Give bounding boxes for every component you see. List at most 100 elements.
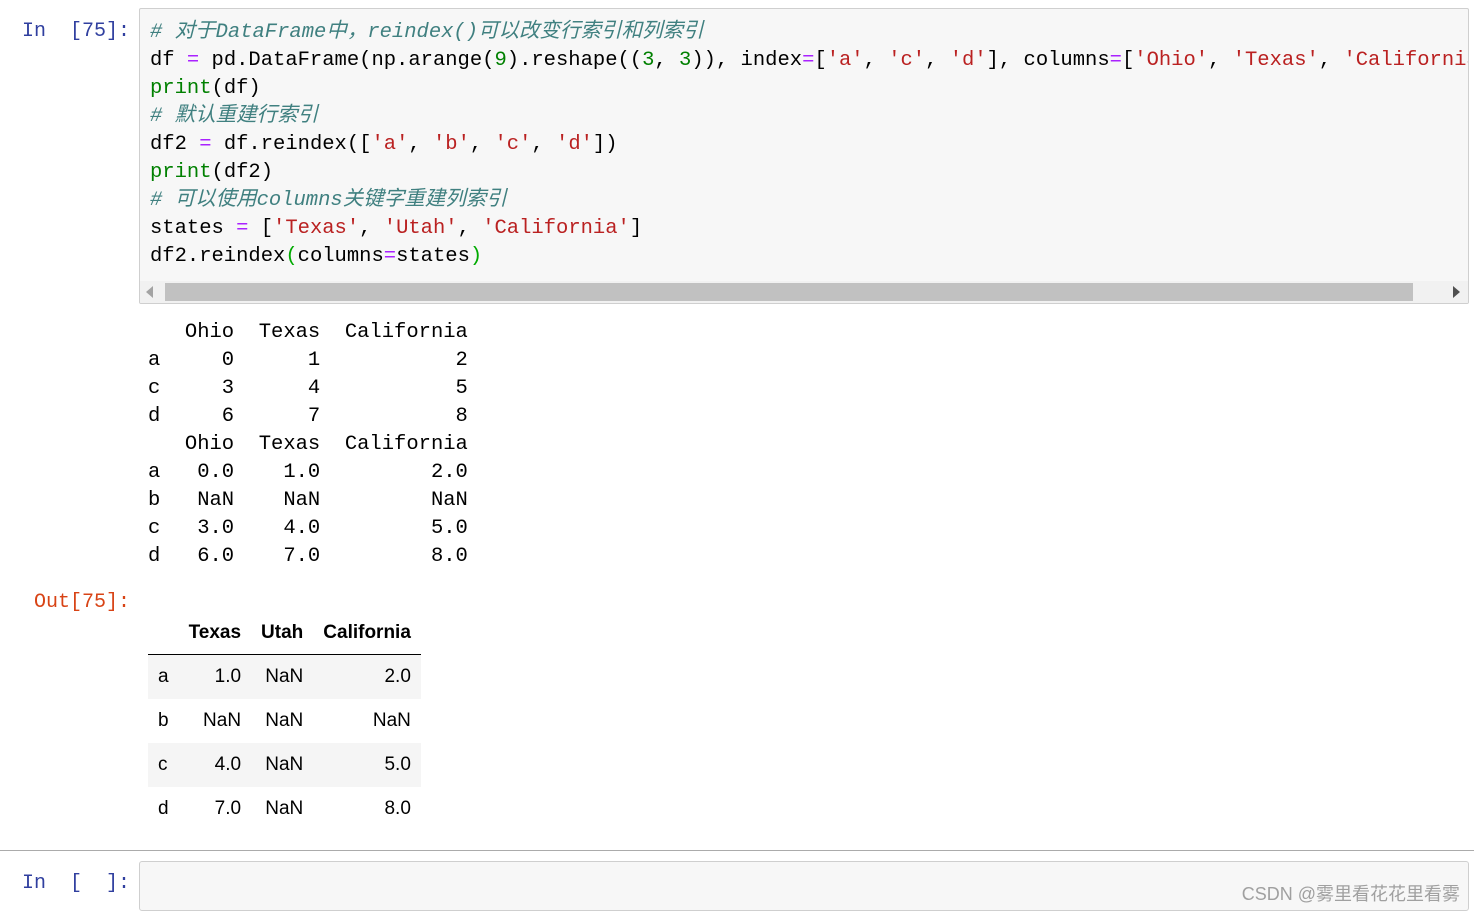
code-editor[interactable]: # 对于DataFrame中，reindex()可以改变行索引和列索引 df = … — [150, 19, 1468, 271]
code-token: ( — [285, 245, 298, 268]
code-token: ], columns — [986, 49, 1110, 72]
code-token: , — [654, 49, 680, 72]
stdout-line: d 6 7 8 — [148, 405, 468, 428]
code-token: 'a' — [371, 133, 409, 156]
code-line: df = pd.DataFrame(np.arange(9).reshape((… — [150, 47, 1468, 75]
table-cell: NaN — [265, 754, 304, 775]
code-token: 'd' — [556, 133, 593, 156]
code-token: 'California' — [1343, 49, 1468, 72]
code-token: , — [925, 49, 950, 72]
code-token: [ — [814, 49, 827, 72]
code-token: 'b' — [432, 133, 470, 156]
code-token: , — [863, 49, 889, 72]
code-token: df2.reindex — [150, 245, 286, 268]
input-prompt-empty: In [ ]: — [21, 872, 130, 895]
code-token: # 默认重建行索引 — [150, 105, 319, 128]
column-header: Utah — [261, 622, 304, 643]
table-cell: NaN — [372, 710, 411, 731]
code-token: 'Ohio' — [1134, 49, 1209, 72]
code-token: 'Utah' — [383, 217, 458, 240]
code-token: pd.DataFrame(np.arange( — [199, 49, 495, 72]
code-token: 9 — [494, 49, 507, 72]
row-index: b — [158, 710, 169, 731]
table-cell: 4.0 — [214, 754, 242, 775]
table-row: c 4.0 NaN 5.0 — [148, 743, 421, 787]
code-token: 3 — [679, 49, 692, 72]
code-line: states = ['Texas', 'Utah', 'California'] — [150, 215, 1468, 243]
code-line: # 可以使用columns关键字重建列索引 — [150, 187, 1468, 215]
table-cell: NaN — [265, 710, 304, 731]
code-token: df.reindex([ — [211, 133, 372, 156]
table-cell: NaN — [203, 710, 242, 731]
input-prompt-75: In [75]: — [21, 20, 130, 43]
code-token: ]) — [592, 133, 618, 156]
row-index: c — [158, 754, 168, 775]
code-token: ).reshape(( — [506, 49, 643, 72]
code-token: # 可以使用columns关键字重建列索引 — [150, 189, 507, 212]
stdout-line: Ohio Texas California — [148, 433, 468, 456]
code-token: ) — [469, 245, 483, 268]
code-token: states — [150, 217, 237, 240]
column-header: Texas — [188, 622, 242, 643]
dataframe-output-table: Texas Utah California a 1.0 NaN 2.0 b NaN NaN NaN… — [148, 612, 421, 831]
code-token: 'c' — [888, 49, 926, 72]
table-header-row: Texas Utah California — [148, 612, 421, 655]
stdout-line: a 0.0 1.0 2.0 — [148, 461, 468, 484]
code-token: , — [1318, 49, 1344, 72]
code-token: columns — [297, 245, 384, 268]
code-token: = — [236, 217, 249, 240]
code-token: , — [1208, 49, 1233, 72]
horizontal-scrollbar[interactable] — [140, 281, 1468, 303]
code-token: 3 — [642, 49, 655, 72]
code-token: 'California' — [482, 217, 630, 240]
stdout-line: a 0 1 2 — [148, 349, 468, 372]
code-token: (df2) — [211, 161, 274, 184]
code-token: = — [802, 49, 815, 72]
stdout-output: Ohio Texas California a 0 1 2 c 3 4 5 d 6 7… — [148, 319, 468, 571]
code-token: print — [150, 161, 212, 184]
code-token: 'd' — [949, 49, 987, 72]
output-prompt-75: Out[75]: — [33, 591, 130, 614]
code-line: # 对于DataFrame中，reindex()可以改变行索引和列索引 — [150, 19, 1468, 47]
scroll-right-arrow-icon[interactable] — [1453, 286, 1460, 298]
code-token: , — [359, 217, 384, 240]
code-token: = — [383, 245, 397, 268]
stdout-line: Ohio Texas California — [148, 321, 468, 344]
stdout-line: b NaN NaN NaN — [148, 489, 468, 512]
column-header: California — [323, 622, 411, 643]
code-token: # 对于DataFrame中，reindex()可以改变行索引和列索引 — [150, 21, 704, 44]
code-token: ] — [629, 217, 643, 240]
row-index: a — [158, 666, 169, 687]
table-row: a 1.0 NaN 2.0 — [148, 654, 421, 699]
code-line: # 默认重建行索引 — [150, 103, 1468, 131]
table-cell: 1.0 — [214, 666, 242, 687]
table-cell: 5.0 — [384, 754, 411, 775]
table-row: d 7.0 NaN 8.0 — [148, 787, 421, 831]
code-token: 'c' — [494, 133, 532, 156]
code-line: print(df) — [150, 75, 1468, 103]
table-cell: 8.0 — [384, 798, 411, 819]
code-token: df2 — [150, 133, 200, 156]
code-token: , — [408, 133, 433, 156]
code-line: print(df2) — [150, 159, 1468, 187]
code-token: = — [199, 133, 212, 156]
scroll-left-arrow-icon[interactable] — [146, 286, 153, 298]
table-row: b NaN NaN NaN — [148, 699, 421, 743]
code-line: df2.reindex(columns=states) — [150, 243, 1468, 271]
index-header — [148, 612, 179, 655]
scrollbar-thumb[interactable] — [165, 283, 1413, 301]
code-token: , — [531, 133, 557, 156]
code-token: print — [150, 77, 212, 100]
table-cell: 2.0 — [384, 666, 411, 687]
code-token: [ — [1121, 49, 1135, 72]
stdout-line: c 3.0 4.0 5.0 — [148, 517, 468, 540]
code-token: states — [396, 245, 470, 268]
cell-divider — [0, 850, 1474, 851]
code-token: df — [150, 49, 187, 72]
code-cell-75[interactable]: # 对于DataFrame中，reindex()可以改变行索引和列索引 df = … — [139, 8, 1469, 304]
code-token: 'Texas' — [1232, 49, 1319, 72]
row-index: d — [158, 798, 169, 819]
code-token: , — [469, 133, 495, 156]
code-token: = — [1109, 49, 1122, 72]
code-token: [ — [248, 217, 274, 240]
